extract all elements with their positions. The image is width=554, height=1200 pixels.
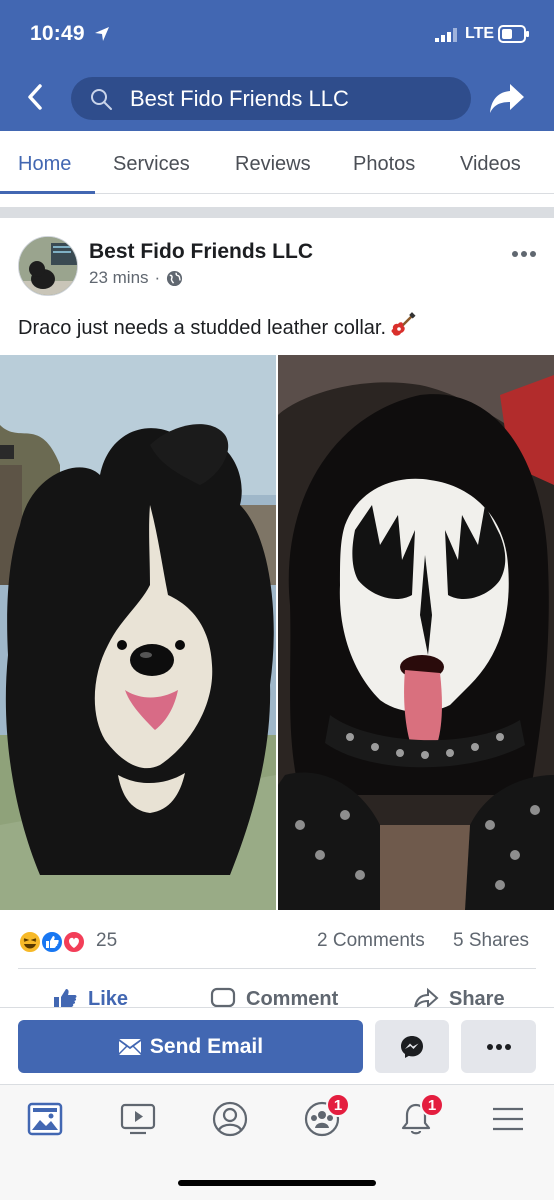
post-text-content: Draco just needs a studded leather colla… [18,317,386,339]
tab-notifications[interactable]: 1 [394,1093,444,1139]
battery-icon [498,25,529,43]
send-email-label: Send Email [149,1034,264,1058]
post-time[interactable]: 23 mins [89,268,149,288]
video-icon [120,1103,156,1135]
notifications-badge: 1 [420,1093,444,1117]
reaction-count[interactable]: 25 [96,930,117,952]
ellipsis-icon [486,1043,511,1050]
globe-icon [167,270,183,286]
meta-separator: · [154,268,161,287]
page-tabs: Home Services Reviews Photos Videos [0,131,554,194]
reactions-icons[interactable] [18,929,94,955]
search-bar[interactable]: Best Fido Friends LLC [71,77,471,120]
post-meta: 23 mins · [89,268,183,288]
more-button[interactable] [461,1020,536,1073]
search-icon [91,89,112,110]
active-tab-indicator [0,191,95,194]
post-text: Draco just needs a studded leather colla… [18,312,416,340]
tab-groups[interactable]: 1 [300,1093,350,1139]
share-icon[interactable] [488,80,526,116]
signal-icon [435,28,457,42]
more-options-icon[interactable] [510,244,538,264]
tab-watch[interactable] [116,1099,160,1139]
messenger-button[interactable] [375,1020,449,1073]
haha-icon [18,930,42,954]
news-feed-icon [27,1102,63,1136]
comments-count[interactable]: 2 Comments [317,930,425,952]
search-text: Best Fido Friends LLC [130,86,349,111]
tab-reviews[interactable]: Reviews [235,153,311,176]
status-time: 10:49 [30,22,85,45]
tab-services[interactable]: Services [113,153,190,176]
reactions-divider [18,968,536,969]
avatar[interactable] [18,236,78,296]
love-icon [62,930,86,954]
location-arrow-icon [95,27,109,41]
tab-home[interactable]: Home [18,153,71,176]
home-indicator[interactable] [178,1180,376,1186]
send-email-button[interactable]: Send Email [18,1020,363,1073]
tab-news-feed[interactable] [23,1099,67,1139]
messenger-icon [401,1035,423,1058]
network-label: LTE [465,25,495,42]
top-header: 10:49 LTE Best Fido Friends LLC [0,0,554,131]
post-image[interactable] [0,355,554,910]
tab-videos[interactable]: Videos [460,153,521,176]
profile-icon [212,1101,248,1137]
back-button[interactable] [20,80,50,114]
page-action-bar: Send Email [0,1007,554,1084]
tab-menu[interactable] [486,1099,530,1139]
chevron-left-icon [28,84,42,110]
tab-profile[interactable] [208,1099,252,1139]
groups-badge: 1 [326,1093,350,1117]
guitar-icon [391,312,416,336]
shares-count[interactable]: 5 Shares [453,930,529,952]
hamburger-menu-icon [493,1107,523,1131]
post-author[interactable]: Best Fido Friends LLC [89,240,313,264]
section-divider [0,207,554,218]
envelope-icon [118,1038,142,1055]
like-icon [40,930,64,954]
tab-photos[interactable]: Photos [353,153,415,176]
avatar-image [19,237,77,295]
